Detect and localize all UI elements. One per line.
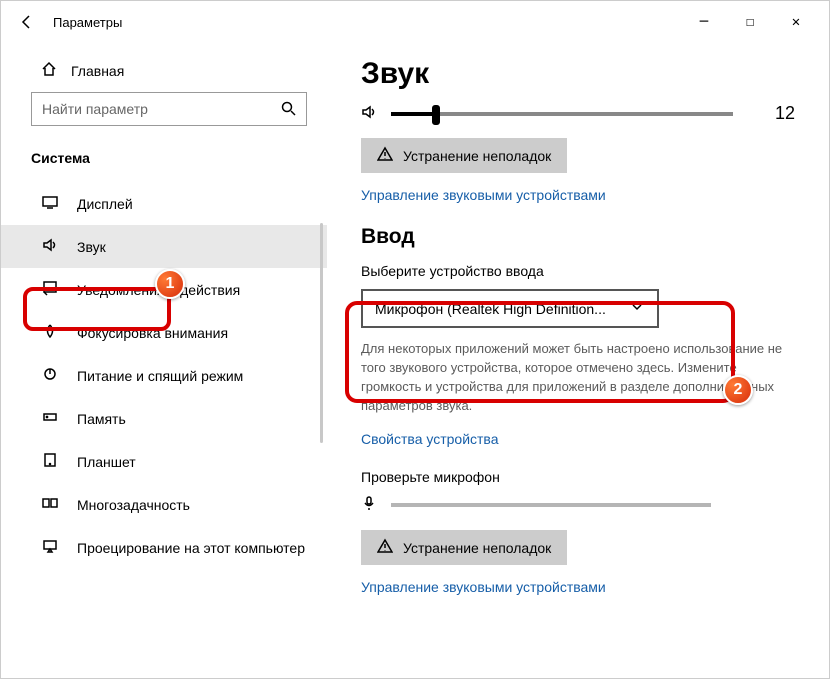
power-icon (41, 366, 59, 385)
volume-value: 12 (755, 103, 795, 124)
search-placeholder: Найти параметр (42, 101, 148, 117)
home-label: Главная (71, 63, 124, 79)
tablet-icon (41, 452, 59, 471)
manage-devices-link-2[interactable]: Управление звуковыми устройствами (361, 579, 795, 595)
sidebar-item-label: Питание и спящий режим (77, 368, 243, 384)
titlebar: Параметры ─ ☐ ✕ (1, 1, 829, 43)
button-label: Устранение неполадок (403, 540, 551, 556)
dropdown-value: Микрофон (Realtek High Definition... (375, 301, 606, 317)
minimize-button[interactable]: ─ (695, 14, 713, 30)
microphone-icon (361, 495, 377, 514)
storage-icon (41, 409, 59, 428)
body: Главная Найти параметр Система Дисплей (1, 43, 829, 678)
volume-slider[interactable] (391, 112, 733, 116)
input-device-dropdown[interactable]: Микрофон (Realtek High Definition... (361, 289, 659, 328)
volume-row: 12 (361, 103, 795, 124)
input-choose-label: Выберите устройство ввода (361, 263, 795, 279)
sidebar-item-power[interactable]: Питание и спящий режим (1, 354, 327, 397)
sidebar-item-label: Память (77, 411, 126, 427)
sound-icon (41, 237, 59, 256)
mic-level-bar (391, 503, 711, 507)
sidebar-item-storage[interactable]: Память (1, 397, 327, 440)
display-icon (41, 194, 59, 213)
notifications-icon (41, 280, 59, 299)
projecting-icon (41, 538, 59, 557)
sidebar-item-focus[interactable]: Фокусировка внимания (1, 311, 327, 354)
manage-devices-link[interactable]: Управление звуковыми устройствами (361, 187, 795, 203)
sidebar-scrollbar[interactable] (320, 223, 323, 443)
multitasking-icon (41, 495, 59, 514)
page-title: Звук (361, 57, 795, 91)
sidebar-item-label: Многозадачность (77, 497, 190, 513)
annotation-badge-2: 2 (723, 375, 753, 405)
maximize-button[interactable]: ☐ (741, 14, 759, 30)
troubleshoot-output-button[interactable]: Устранение неполадок (361, 138, 567, 173)
button-label: Устранение неполадок (403, 148, 551, 164)
sidebar-item-sound[interactable]: Звук (1, 225, 327, 268)
sidebar-item-projecting[interactable]: Проецирование на этот компьютер (1, 526, 327, 569)
input-heading: Ввод (361, 225, 795, 249)
chevron-down-icon (629, 299, 645, 318)
window-title: Параметры (53, 15, 122, 30)
speaker-icon (361, 104, 377, 123)
sidebar-item-label: Планшет (77, 454, 136, 470)
mic-test-row (361, 495, 795, 514)
sidebar-item-display[interactable]: Дисплей (1, 182, 327, 225)
sidebar-item-label: Дисплей (77, 196, 133, 212)
device-properties-link[interactable]: Свойства устройства (361, 431, 795, 447)
home-icon (41, 61, 57, 80)
settings-window: Параметры ─ ☐ ✕ Главная Найти параметр (0, 0, 830, 679)
troubleshoot-input-button[interactable]: Устранение неполадок (361, 530, 567, 565)
sidebar-item-label: Звук (77, 239, 106, 255)
arrow-left-icon (19, 14, 35, 30)
close-button[interactable]: ✕ (787, 14, 805, 30)
nav-list: Дисплей Звук Уведомления и действия Фоку… (1, 182, 327, 569)
focus-icon (41, 323, 59, 342)
sidebar-item-multitasking[interactable]: Многозадачность (1, 483, 327, 526)
search-input[interactable]: Найти параметр (31, 92, 307, 126)
test-mic-label: Проверьте микрофон (361, 469, 795, 485)
window-controls: ─ ☐ ✕ (695, 14, 821, 30)
section-heading: Система (1, 140, 327, 182)
search-icon (280, 100, 296, 119)
back-button[interactable] (9, 4, 45, 40)
sidebar-item-label: Проецирование на этот компьютер (77, 540, 305, 556)
warning-icon (377, 146, 393, 165)
sidebar-item-tablet[interactable]: Планшет (1, 440, 327, 483)
sidebar-item-label: Фокусировка внимания (77, 325, 228, 341)
warning-icon (377, 538, 393, 557)
home-link[interactable]: Главная (1, 51, 327, 92)
annotation-badge-1: 1 (155, 269, 185, 299)
main-content: Звук 12 Устранение неполадок Управление … (327, 43, 829, 678)
sidebar: Главная Найти параметр Система Дисплей (1, 43, 327, 678)
